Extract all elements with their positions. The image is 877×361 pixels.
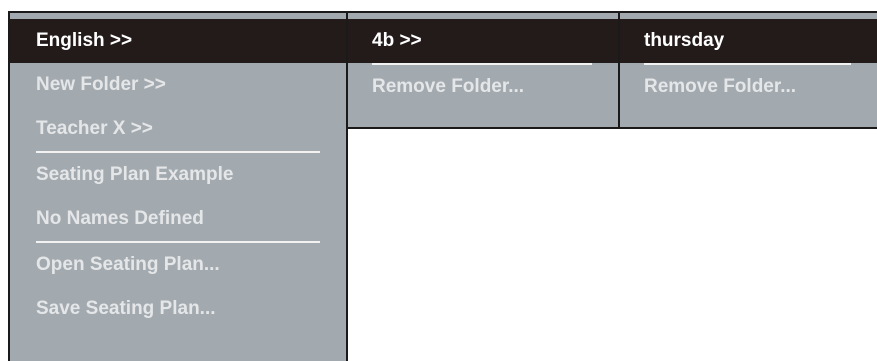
- menu-item-4b[interactable]: 4b >>: [348, 19, 618, 63]
- menu-item-seating-plan-example[interactable]: Seating Plan Example: [10, 153, 346, 197]
- menu-item-remove-folder[interactable]: Remove Folder...: [620, 65, 877, 109]
- menu-item-new-folder[interactable]: New Folder >>: [10, 63, 346, 107]
- main-menu: English >> New Folder >> Teacher X >> Se…: [8, 11, 348, 361]
- submenu-english: 4b >> Remove Folder...: [346, 11, 620, 129]
- menu-item-open-seating-plan[interactable]: Open Seating Plan...: [10, 243, 346, 287]
- menu-stage: English >> New Folder >> Teacher X >> Se…: [0, 0, 877, 361]
- menu-item-english[interactable]: English >>: [10, 19, 346, 63]
- menu-item-save-seating-plan[interactable]: Save Seating Plan...: [10, 287, 346, 331]
- submenu-4b: thursday Remove Folder...: [618, 11, 877, 129]
- menu-item-no-names-defined[interactable]: No Names Defined: [10, 197, 346, 241]
- menu-item-thursday[interactable]: thursday: [620, 19, 877, 63]
- menu-item-remove-folder[interactable]: Remove Folder...: [348, 65, 618, 109]
- menu-item-teacher-x[interactable]: Teacher X >>: [10, 107, 346, 151]
